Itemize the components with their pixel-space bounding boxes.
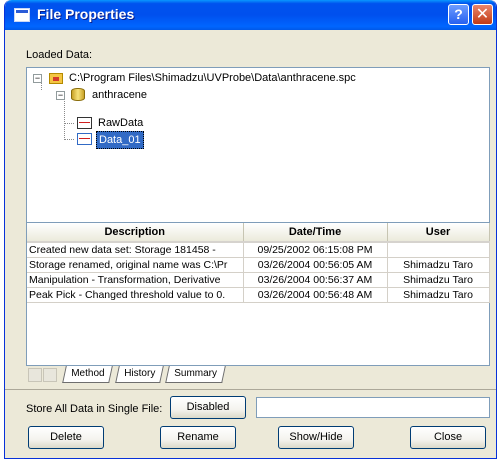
window-title: File Properties	[37, 6, 135, 22]
tree-connector	[64, 139, 74, 140]
spectrum-data-icon	[77, 117, 92, 129]
file-properties-dialog: File Properties ? ✕ Loaded Data: − C:\Pr…	[4, 0, 497, 459]
tree-connector	[64, 98, 65, 140]
tree-item-label: C:\Program Files\Shimadzu\UVProbe\Data\a…	[69, 72, 356, 84]
tab-history[interactable]: History	[115, 366, 164, 383]
table-header-row: Description Date/Time User	[27, 223, 490, 243]
table-row[interactable]: Peak Pick - Changed threshold value to 0…	[27, 287, 490, 303]
column-header-datetime[interactable]: Date/Time	[243, 223, 388, 243]
database-icon	[71, 88, 85, 101]
history-table[interactable]: Description Date/Time User Created new d…	[26, 223, 490, 366]
window-icon	[14, 8, 30, 22]
title-bar[interactable]: File Properties ? ✕	[5, 0, 496, 30]
table-row[interactable]: Created new data set: Storage 181458 - 0…	[27, 242, 490, 258]
tab-method[interactable]: Method	[62, 366, 114, 383]
cell-datetime: 09/25/2002 06:15:08 PM	[243, 242, 388, 258]
cell-user: Shimadzu Taro	[387, 272, 490, 288]
tree-item-label-selected: Data_01	[96, 131, 144, 149]
delete-button[interactable]: Delete	[28, 426, 104, 449]
rename-button[interactable]: Rename	[160, 426, 236, 449]
loaded-data-label: Loaded Data:	[26, 49, 93, 61]
tab-scroll-left-icon[interactable]	[28, 368, 42, 382]
store-file-textbox[interactable]	[256, 397, 490, 418]
collapse-icon[interactable]: −	[56, 91, 65, 100]
cell-description: Created new data set: Storage 181458 -	[27, 242, 244, 258]
spc-file-icon	[49, 73, 63, 84]
loaded-data-tree[interactable]: − C:\Program Files\Shimadzu\UVProbe\Data…	[26, 67, 490, 223]
spectrum-data-icon	[77, 133, 92, 145]
table-row[interactable]: Manipulation - Transformation, Derivativ…	[27, 272, 490, 288]
divider	[5, 389, 496, 390]
close-button[interactable]: Close	[410, 426, 486, 449]
tab-strip: Method History Summary	[26, 366, 256, 384]
tree-connector	[41, 82, 42, 90]
help-button[interactable]: ?	[448, 4, 469, 25]
column-header-description[interactable]: Description	[27, 223, 244, 243]
store-single-file-toggle-button[interactable]: Disabled	[170, 396, 246, 419]
tab-scroll-right-icon[interactable]	[43, 368, 57, 382]
store-single-file-label: Store All Data in Single File:	[26, 403, 163, 415]
tree-connector	[64, 123, 74, 124]
close-window-button[interactable]: ✕	[472, 4, 493, 25]
column-header-user[interactable]: User	[387, 223, 490, 243]
cell-description: Storage renamed, original name was C:\Pr	[27, 257, 244, 273]
tab-summary[interactable]: Summary	[165, 366, 226, 383]
cell-user: Shimadzu Taro	[387, 287, 490, 303]
cell-user	[387, 242, 490, 258]
cell-datetime: 03/26/2004 00:56:05 AM	[243, 257, 388, 273]
cell-user: Shimadzu Taro	[387, 257, 490, 273]
tree-item-label: RawData	[98, 117, 144, 129]
cell-description: Peak Pick - Changed threshold value to 0…	[27, 287, 244, 303]
cell-datetime: 03/26/2004 00:56:37 AM	[243, 272, 388, 288]
table-row[interactable]: Storage renamed, original name was C:\Pr…	[27, 257, 490, 273]
collapse-icon[interactable]: −	[33, 74, 42, 83]
cell-datetime: 03/26/2004 00:56:48 AM	[243, 287, 388, 303]
show-hide-button[interactable]: Show/Hide	[278, 426, 354, 449]
cell-description: Manipulation - Transformation, Derivativ…	[27, 272, 244, 288]
tree-item-label: anthracene	[92, 89, 148, 101]
